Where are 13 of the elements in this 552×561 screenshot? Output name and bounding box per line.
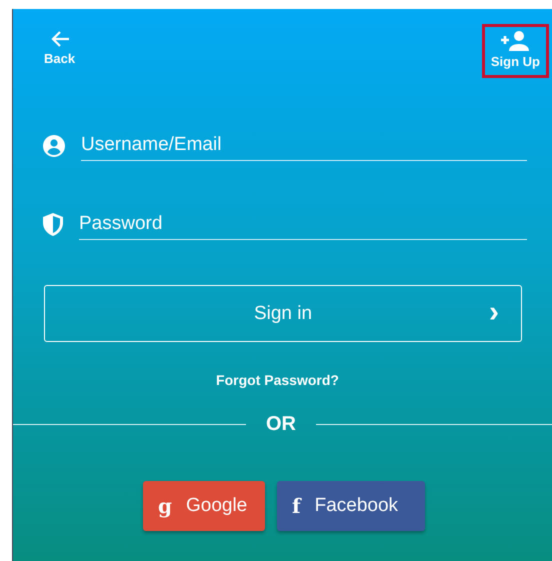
forgot-password-link[interactable]: Forgot Password? — [216, 372, 339, 388]
add-person-icon — [499, 31, 532, 51]
sign-up-button[interactable]: Sign Up — [482, 24, 549, 78]
back-arrow-icon — [50, 30, 70, 48]
back-button[interactable]: Back — [39, 24, 80, 72]
password-field[interactable]: Password — [79, 209, 527, 240]
user-icon — [43, 134, 65, 156]
facebook-button[interactable]: f Facebook — [277, 481, 425, 531]
shield-icon — [43, 213, 63, 236]
sign-in-button[interactable]: Sign in › — [44, 285, 522, 342]
or-label: OR — [266, 413, 296, 436]
google-button[interactable]: g Google — [143, 481, 265, 531]
username-field[interactable]: Username/Email — [81, 130, 527, 161]
